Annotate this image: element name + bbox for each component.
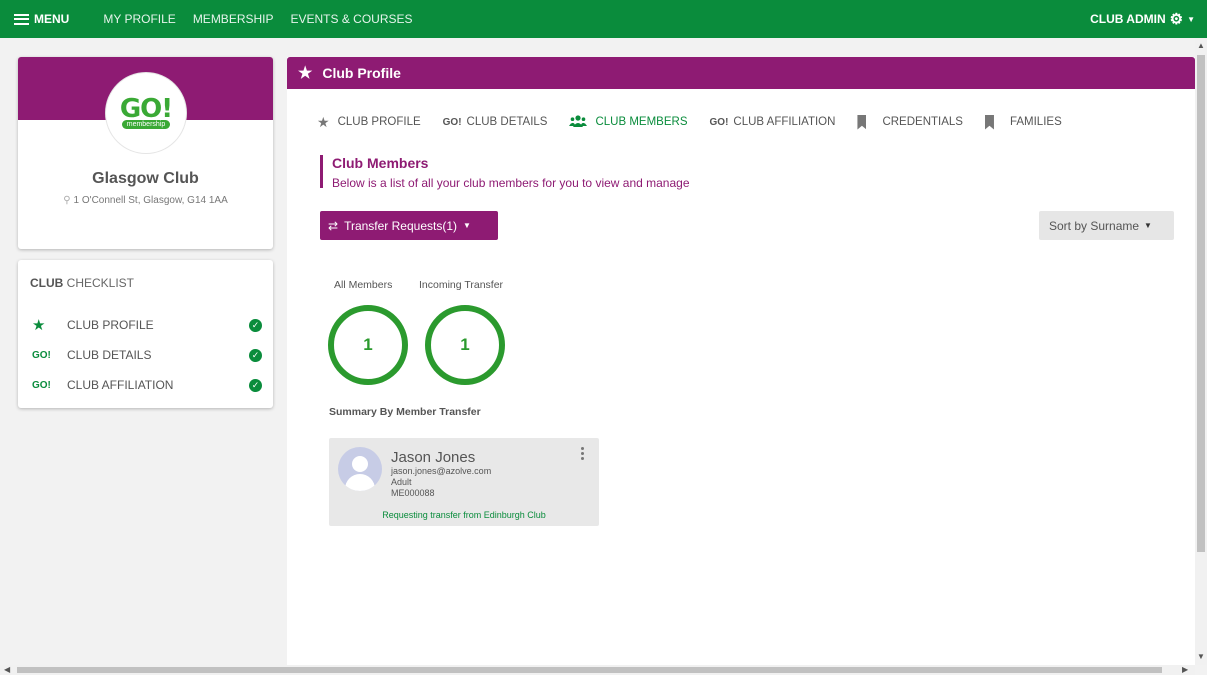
club-checklist-card: CLUB CHECKLIST ★ CLUB PROFILE ✓ GO! CLUB… [18,260,273,408]
scroll-left-icon[interactable]: ◀ [4,665,10,674]
checklist-item-label: CLUB PROFILE [67,318,154,332]
vertical-scroll-thumb[interactable] [1197,55,1205,552]
go-icon: GO! [32,379,51,391]
map-pin-icon: ⚲ [63,195,71,206]
go-icon: GO! [32,349,51,361]
checklist-item-club-profile[interactable]: ★ CLUB PROFILE ✓ [32,316,262,334]
nav-membership[interactable]: MEMBERSHIP [193,12,274,26]
checklist-item-label: CLUB DETAILS [67,348,152,362]
checklist-title: CLUB CHECKLIST [30,276,134,290]
horizontal-scrollbar[interactable]: ◀ ▶ [0,665,1195,675]
club-profile-panel: ★ Club Profile ★ CLUB PROFILE GO! CLUB D… [287,57,1195,675]
tab-label: CLUB MEMBERS [595,116,688,128]
vertical-scrollbar[interactable]: ▲ ▼ [1195,38,1207,665]
user-menu[interactable]: CLUB ADMIN ⚙ ▼ [1090,0,1195,38]
scroll-right-icon[interactable]: ▶ [1182,665,1188,674]
checklist-title-bold: CLUB [30,276,64,290]
section-accent-bar [320,155,323,188]
bookmark-icon [857,114,867,130]
logo-text: GO! [119,94,173,124]
star-icon: ★ [298,65,313,82]
checklist-item-club-affiliation[interactable]: GO! CLUB AFFILIATION ✓ [32,376,262,394]
section-subtitle: Below is a list of all your club members… [332,176,690,190]
transfer-requests-label: Transfer Requests(1) [344,218,457,233]
scroll-up-icon[interactable]: ▲ [1197,41,1205,50]
menu-button[interactable]: MENU [0,12,69,26]
check-circle-icon: ✓ [249,348,262,362]
users-icon [569,114,588,130]
caret-down-icon: ▼ [463,221,471,230]
tab-club-profile[interactable]: ★ CLUB PROFILE [317,114,421,131]
stat-label-all-members: All Members [334,279,393,291]
member-transfer-status: Requesting transfer from Edinburgh Club [382,510,546,520]
logo-subtext: membership [121,120,171,129]
member-email: jason.jones@azolve.com [391,466,492,476]
menu-label: MENU [34,12,70,26]
tab-label: CLUB AFFILIATION [733,116,836,128]
transfer-icon: ⇄ [328,218,339,233]
panel-title: Club Profile [322,65,401,81]
club-name: Glasgow Club [92,170,199,187]
more-options-icon[interactable] [581,447,585,460]
summary-title: Summary By Member Transfer [329,406,481,418]
club-logo: GO! membership [106,73,186,153]
check-circle-icon: ✓ [249,378,262,392]
bookmark-icon [984,114,994,130]
checklist-title-rest: CHECKLIST [63,276,135,290]
member-id: ME000088 [391,488,435,498]
sort-label: Sort by Surname [1049,218,1140,233]
avatar [338,447,382,491]
tab-club-members[interactable]: CLUB MEMBERS [569,114,688,130]
nav-events-courses[interactable]: EVENTS & COURSES [291,12,413,26]
member-card[interactable]: Jason Jones jason.jones@azolve.com Adult… [329,438,599,526]
hamburger-icon [14,13,29,25]
top-nav: MENU MY PROFILE MEMBERSHIP EVENTS & COUR… [0,0,1207,38]
profile-tabs: ★ CLUB PROFILE GO! CLUB DETAILS CLUB MEM… [317,113,1084,131]
scroll-down-icon[interactable]: ▼ [1197,652,1205,661]
nav-my-profile[interactable]: MY PROFILE [103,12,175,26]
member-category: Adult [391,477,412,487]
panel-header: ★ Club Profile [287,57,1195,89]
club-profile-card: GO! membership Glasgow Club ⚲ 1 O'Connell… [18,57,273,249]
tab-club-affiliation[interactable]: GO! CLUB AFFILIATION [710,116,836,128]
user-label: CLUB ADMIN [1090,12,1166,26]
stat-all-members[interactable]: 1 [328,305,408,385]
go-icon: GO! [709,116,729,128]
checklist-item-club-details[interactable]: GO! CLUB DETAILS ✓ [32,346,262,364]
tab-credentials[interactable]: CREDENTIALS [857,114,963,130]
star-icon: ★ [317,113,330,130]
tab-label: CLUB DETAILS [466,116,548,128]
tab-families[interactable]: FAMILIES [984,114,1062,130]
section-title: Club Members [332,155,429,171]
tab-club-details[interactable]: GO! CLUB DETAILS [443,116,548,128]
transfer-requests-button[interactable]: ⇄ Transfer Requests(1) ▼ [320,211,498,240]
tab-label: FAMILIES [1009,116,1062,128]
go-icon: GO! [442,116,462,128]
check-circle-icon: ✓ [249,318,262,332]
stat-label-incoming-transfer: Incoming Transfer [419,279,504,291]
gear-icon: ⚙ [1169,10,1184,28]
caret-down-icon: ▼ [1187,14,1195,24]
star-icon: ★ [32,317,46,334]
tab-label: CLUB PROFILE [337,116,421,128]
stat-incoming-transfer[interactable]: 1 [425,305,505,385]
horizontal-scroll-thumb[interactable] [17,667,1162,673]
tab-label: CREDENTIALS [882,116,963,128]
club-address-text: 1 O'Connell St, Glasgow, G14 1AA [73,195,228,206]
caret-down-icon: ▼ [1144,221,1152,230]
member-name: Jason Jones [391,449,476,466]
checklist-item-label: CLUB AFFILIATION [67,378,174,392]
club-address: ⚲ 1 O'Connell St, Glasgow, G14 1AA [18,195,273,206]
sort-dropdown[interactable]: Sort by Surname ▼ [1039,211,1174,240]
